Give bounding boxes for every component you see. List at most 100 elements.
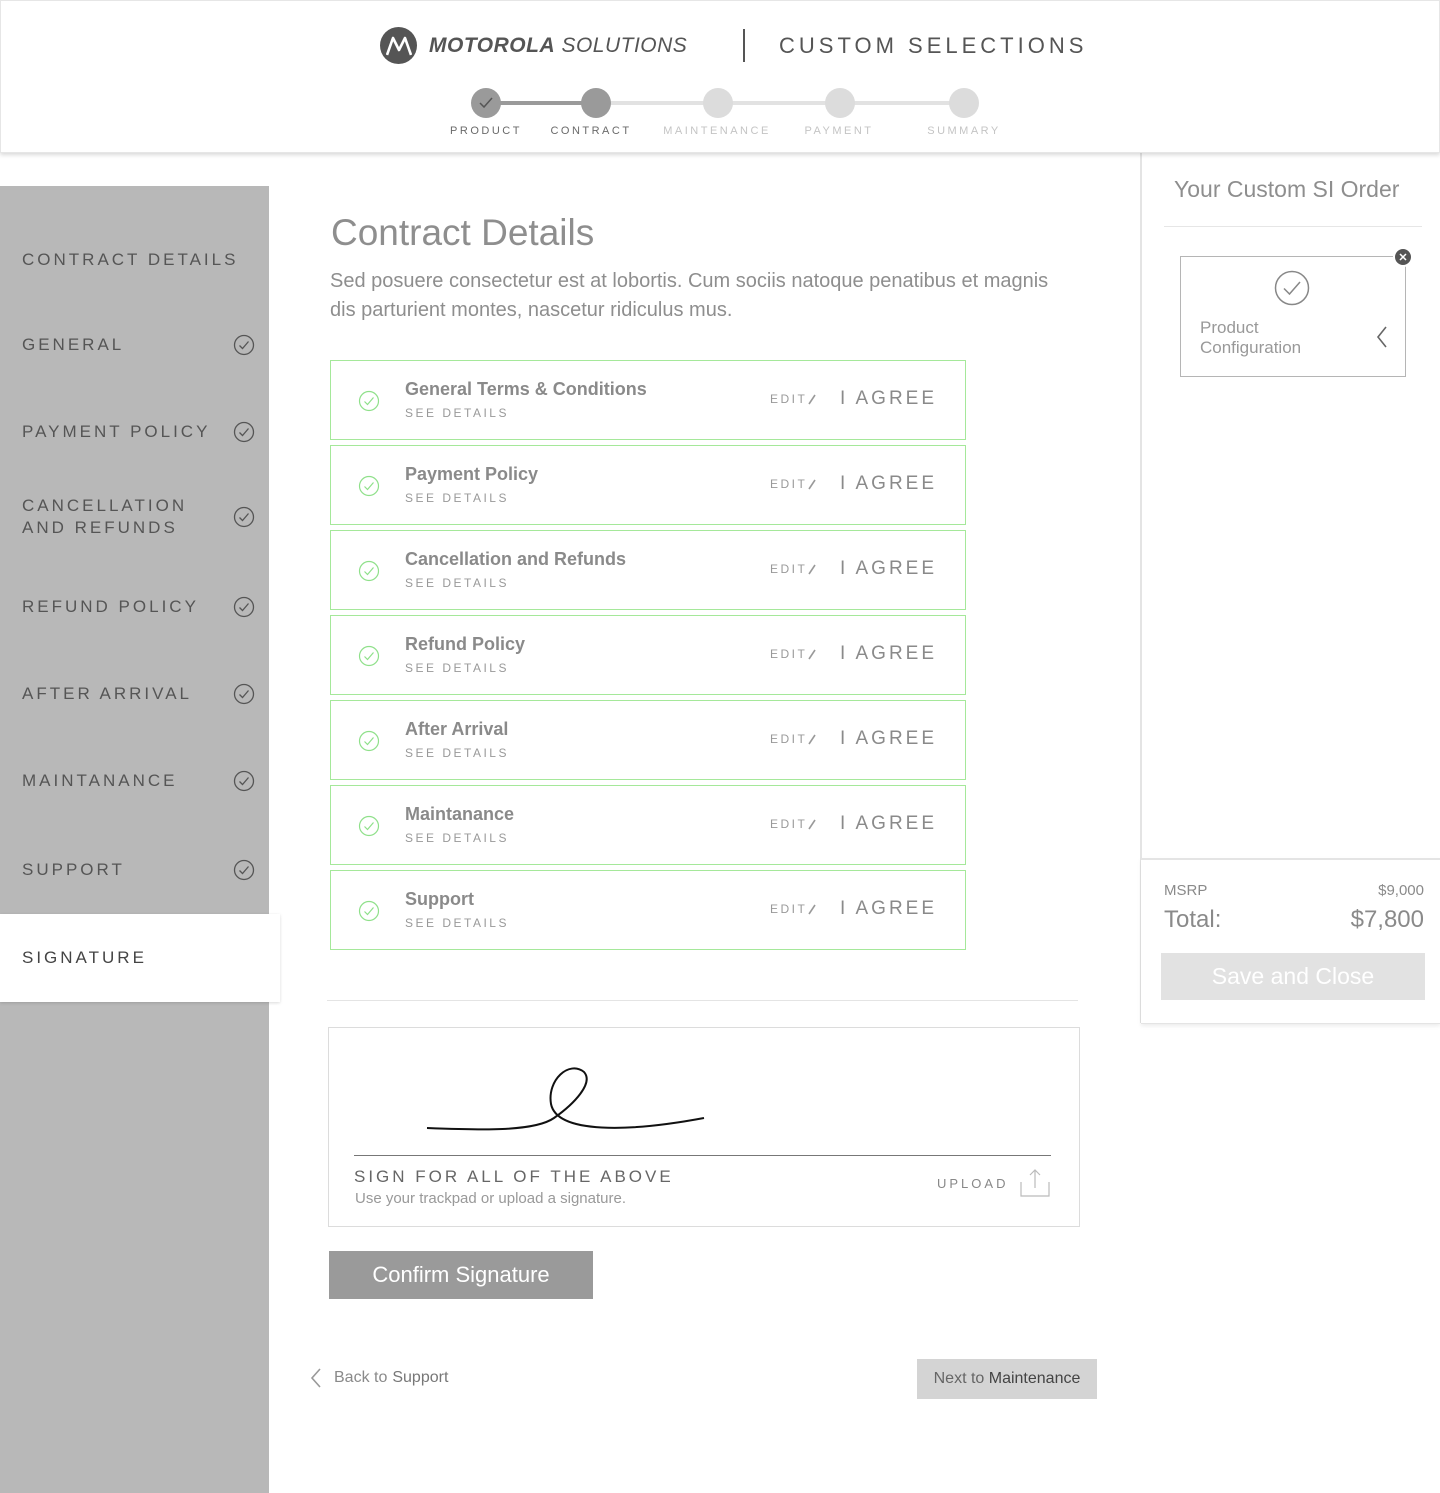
back-target: Support [392,1369,449,1386]
msrp-label: MSRP [1164,882,1208,899]
see-details-link[interactable]: SEE DETAILS [405,746,509,760]
see-details-link[interactable]: SEE DETAILS [405,491,509,505]
check-circle-icon [358,645,380,667]
sidebar-item-label: AFTER ARRIVAL [22,684,192,703]
agree-button[interactable]: I AGREE [840,558,937,580]
checkmark-icon [479,97,493,109]
see-details-link[interactable]: SEE DETAILS [405,916,509,930]
term-card-support: Support SEE DETAILS EDIT I AGREE [330,870,966,950]
sidebar-item-label: SUPPORT [22,860,125,879]
agree-button[interactable]: I AGREE [840,898,937,920]
step-connector [718,101,840,105]
sidebar-item-after-arrival[interactable]: AFTER ARRIVAL [0,678,269,710]
header: MOTOROLA SOLUTIONS CUSTOM SELECTIONS PRO… [0,0,1440,153]
check-circle-icon [358,815,380,837]
check-circle-icon [233,683,255,705]
step-label-contract: CONTRACT [550,125,632,137]
term-card-maintanance: Maintanance SEE DETAILS EDIT I AGREE [330,785,966,865]
pencil-icon [808,394,817,405]
check-circle-icon [1274,270,1310,306]
pencil-icon [808,734,817,745]
see-details-link[interactable]: SEE DETAILS [405,406,509,420]
term-title: General Terms & Conditions [405,379,647,399]
step-label-maintenance: MAINTENANCE [663,125,771,137]
signature-baseline [354,1155,1051,1156]
confirm-signature-button[interactable]: Confirm Signature [329,1251,593,1299]
upload-icon[interactable] [1019,1168,1051,1198]
sidebar-item-refund-policy[interactable]: REFUND POLICY [0,591,269,623]
term-title: Maintanance [405,804,515,824]
save-and-close-button[interactable]: Save and Close [1161,953,1425,1000]
edit-button[interactable]: EDIT [770,392,817,406]
term-title: After Arrival [405,719,509,739]
page-description: Sed posuere consectetur est at lobortis.… [330,270,1049,321]
edit-label: EDIT [770,732,808,746]
edit-label: EDIT [770,647,808,661]
edit-button[interactable]: EDIT [770,817,817,831]
term-card-cancellation: Cancellation and Refunds SEE DETAILS EDI… [330,530,966,610]
agree-button[interactable]: I AGREE [840,643,937,665]
edit-label: EDIT [770,817,808,831]
edit-button[interactable]: EDIT [770,647,817,661]
check-circle-icon [358,730,380,752]
agree-button[interactable]: I AGREE [840,728,937,750]
order-divider [1164,226,1422,227]
pencil-icon [808,564,817,575]
card-label: Product Configuration [1200,318,1302,357]
sidebar-item-label: CANCELLATION AND REFUNDS [22,496,188,537]
edit-label: EDIT [770,902,808,916]
sidebar-item-general[interactable]: GENERAL [0,329,269,361]
sidebar-item-support[interactable]: SUPPORT [0,854,269,886]
agree-button[interactable]: I AGREE [840,473,937,495]
sidebar-item-signature[interactable]: SIGNATURE [0,914,280,1002]
signature-title: SIGN FOR ALL OF THE ABOVE [354,1167,674,1186]
agree-button[interactable]: I AGREE [840,813,937,835]
brand-logo[interactable]: MOTOROLA SOLUTIONS [380,27,687,64]
next-button[interactable]: Next to Maintenance [917,1359,1097,1399]
see-details-link[interactable]: SEE DETAILS [405,661,509,675]
pencil-icon [808,479,817,490]
next-target: Maintenance [988,1370,1081,1387]
step-contract-dot[interactable] [581,88,611,118]
header-section-title: CUSTOM SELECTIONS [779,33,1088,58]
check-circle-icon [358,560,380,582]
check-circle-icon [358,900,380,922]
sidebar-item-contract-details[interactable]: CONTRACT DETAILS [0,244,269,276]
sidebar-item-label: CONTRACT DETAILS [22,250,239,269]
total-value: $7,800 [1350,906,1424,933]
edit-button[interactable]: EDIT [770,477,817,491]
step-product-dot[interactable] [471,88,501,118]
check-circle-icon [233,770,255,792]
edit-button[interactable]: EDIT [770,902,817,916]
step-payment-dot[interactable] [825,88,855,118]
pencil-icon [808,904,817,915]
sidebar-item-payment-policy[interactable]: PAYMENT POLICY [0,416,269,448]
step-maintenance-dot[interactable] [703,88,733,118]
term-card-payment-policy: Payment Policy SEE DETAILS EDIT I AGREE [330,445,966,525]
term-card-refund-policy: Refund Policy SEE DETAILS EDIT I AGREE [330,615,966,695]
product-configuration-card[interactable]: Product Configuration [1180,247,1413,377]
close-icon[interactable] [1393,247,1413,267]
order-totals: MSRP $9,000 Total: $7,800 Save and Close [1141,858,1440,1024]
edit-button[interactable]: EDIT [770,732,817,746]
term-title: Refund Policy [405,634,526,654]
chevron-left-icon[interactable] [1375,325,1389,349]
step-connector [486,101,596,105]
signature-pad[interactable]: SIGN FOR ALL OF THE ABOVE Use your track… [328,1027,1080,1227]
check-circle-icon [358,475,380,497]
see-details-link[interactable]: SEE DETAILS [405,831,509,845]
upload-link[interactable]: UPLOAD [937,1176,1008,1191]
back-link[interactable]: Back to Support [309,1367,448,1389]
agree-button[interactable]: I AGREE [840,388,937,410]
sidebar-item-label: SIGNATURE [22,948,147,967]
edit-label: EDIT [770,392,808,406]
sidebar: CONTRACT DETAILS GENERAL PAYMENT POLICY … [0,186,280,1493]
sidebar-item-maintanance[interactable]: MAINTANANCE [0,765,269,797]
step-summary-dot[interactable] [949,88,979,118]
page-title: Contract Details [331,212,595,253]
edit-button[interactable]: EDIT [770,562,817,576]
step-label-payment: PAYMENT [804,125,874,137]
check-circle-icon [233,596,255,618]
sidebar-item-cancellation-and-refunds[interactable]: CANCELLATION AND REFUNDS [0,495,269,539]
see-details-link[interactable]: SEE DETAILS [405,576,509,590]
